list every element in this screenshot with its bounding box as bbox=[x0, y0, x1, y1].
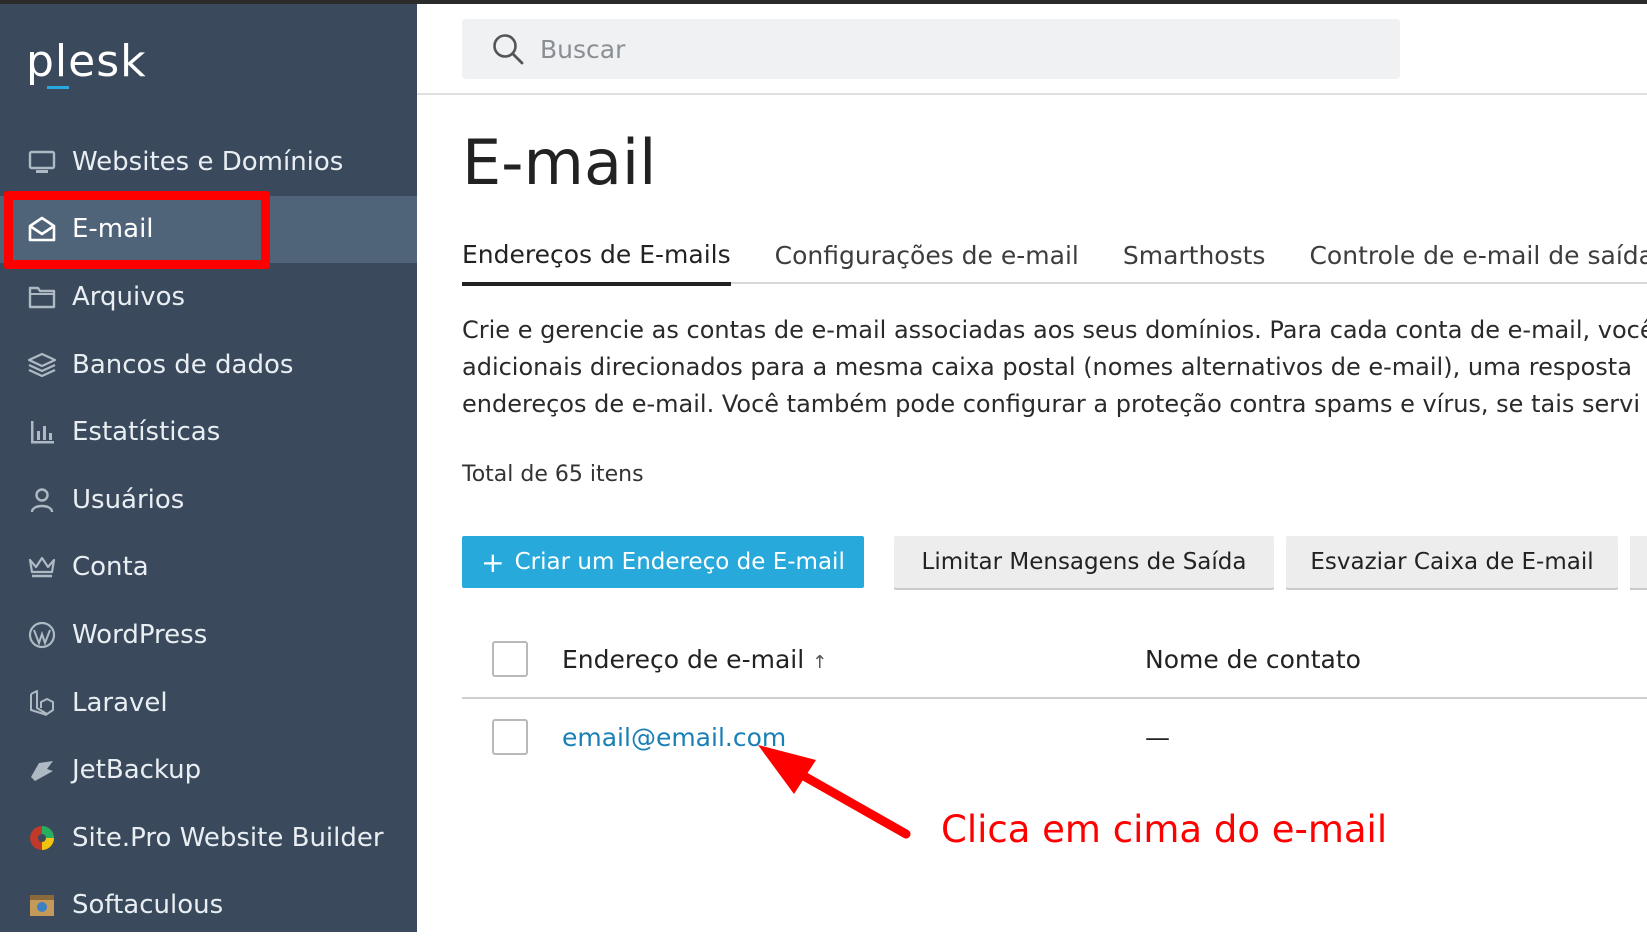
search-header bbox=[417, 4, 1647, 95]
sidebar-item-label: Laravel bbox=[72, 687, 168, 718]
sidebar-item-label: Usuários bbox=[72, 484, 185, 515]
description-line: endereços de e-mail. Você também pode co… bbox=[462, 390, 1641, 418]
sidebar-item-label: Conta bbox=[72, 552, 149, 583]
row-checkbox[interactable] bbox=[492, 719, 528, 755]
database-layers-icon bbox=[26, 349, 58, 381]
column-header-contact[interactable]: Nome de contato bbox=[1145, 645, 1361, 674]
sidebar-item-files[interactable]: Arquivos bbox=[0, 263, 417, 331]
sidebar-item-label: Softaculous bbox=[72, 890, 224, 921]
table-row: email@email.com — bbox=[462, 699, 1647, 775]
total-items-count: Total de 65 itens bbox=[462, 462, 644, 487]
sort-asc-icon: ↑ bbox=[812, 651, 828, 673]
page-description: Crie e gerencie as contas de e-mail asso… bbox=[462, 312, 1647, 423]
crown-icon bbox=[26, 551, 58, 583]
create-email-label: Criar um Endereço de E-mail bbox=[514, 549, 845, 575]
sidebar-item-label: Bancos de dados bbox=[72, 349, 294, 380]
empty-mailbox-button[interactable]: Esvaziar Caixa de E-mail bbox=[1286, 536, 1618, 588]
folder-icon bbox=[26, 281, 58, 313]
sidebar-item-label: Arquivos bbox=[72, 281, 186, 312]
toolbar: + Criar um Endereço de E-mail Limitar Me… bbox=[462, 536, 1647, 588]
tab-email-settings[interactable]: Configurações de e-mail bbox=[775, 227, 1079, 284]
email-table: Endereço de e-mail ↑ Nome de contato emai… bbox=[462, 621, 1647, 775]
tab-outgoing-mail-control[interactable]: Controle de e-mail de saída bbox=[1309, 227, 1647, 284]
email-highlight-box bbox=[4, 191, 270, 269]
page-title: E-mail bbox=[462, 126, 657, 199]
softaculous-icon bbox=[26, 889, 58, 921]
sidebar-item-label: Site.Pro Website Builder bbox=[72, 822, 384, 853]
sidebar: plesk Websites e Domínios E-mail Arquivo… bbox=[0, 4, 417, 932]
sidebar-item-account[interactable]: Conta bbox=[0, 534, 417, 602]
logo-accent bbox=[47, 86, 69, 89]
sidebar-item-laravel[interactable]: Laravel bbox=[0, 669, 417, 737]
tab-bar: Endereços de E-mails Configurações de e-… bbox=[462, 227, 1647, 286]
annotation-arrow bbox=[758, 745, 911, 839]
laravel-icon bbox=[26, 687, 58, 719]
tab-email-addresses[interactable]: Endereços de E-mails bbox=[462, 227, 731, 286]
sidebar-item-users[interactable]: Usuários bbox=[0, 466, 417, 534]
sidebar-item-label: JetBackup bbox=[72, 755, 202, 786]
sidebar-item-label: Websites e Domínios bbox=[72, 146, 344, 177]
more-button[interactable] bbox=[1630, 536, 1647, 588]
plesk-logo[interactable]: plesk bbox=[26, 36, 147, 88]
tab-smarthosts[interactable]: Smarthosts bbox=[1123, 227, 1266, 284]
annotation-text: Clica em cima do e-mail bbox=[941, 808, 1388, 851]
monitor-icon bbox=[26, 146, 58, 178]
jetbackup-icon bbox=[26, 754, 58, 786]
sidebar-item-label: Estatísticas bbox=[72, 417, 221, 448]
sidebar-item-wordpress[interactable]: WordPress bbox=[0, 601, 417, 669]
main-content: E-mail Endereços de E-mails Configuraçõe… bbox=[417, 4, 1647, 932]
wordpress-icon bbox=[26, 619, 58, 651]
bar-chart-icon bbox=[26, 416, 58, 448]
search-input[interactable] bbox=[540, 34, 1340, 64]
description-line: adicionais direcionados para a mesma cai… bbox=[462, 353, 1632, 381]
contact-name: — bbox=[1145, 722, 1170, 752]
sitepro-icon bbox=[26, 822, 58, 854]
user-icon bbox=[26, 484, 58, 516]
table-header: Endereço de e-mail ↑ Nome de contato bbox=[462, 621, 1647, 699]
limit-outgoing-button[interactable]: Limitar Mensagens de Saída bbox=[894, 536, 1274, 588]
sidebar-item-label: WordPress bbox=[72, 619, 208, 650]
sidebar-item-jetbackup[interactable]: JetBackup bbox=[0, 736, 417, 804]
column-header-email-label: Endereço de e-mail bbox=[562, 644, 805, 674]
sidebar-item-databases[interactable]: Bancos de dados bbox=[0, 331, 417, 399]
plus-icon: + bbox=[481, 545, 505, 579]
column-header-email[interactable]: Endereço de e-mail ↑ bbox=[562, 645, 827, 674]
create-email-button[interactable]: + Criar um Endereço de E-mail bbox=[462, 536, 864, 588]
description-line: Crie e gerencie as contas de e-mail asso… bbox=[462, 316, 1647, 344]
select-all-checkbox[interactable] bbox=[492, 641, 528, 677]
sidebar-item-statistics[interactable]: Estatísticas bbox=[0, 398, 417, 466]
search-icon bbox=[493, 34, 524, 65]
sidebar-item-sitepro[interactable]: Site.Pro Website Builder bbox=[0, 804, 417, 872]
search-box[interactable] bbox=[462, 19, 1400, 79]
sidebar-item-websites[interactable]: Websites e Domínios bbox=[0, 128, 417, 196]
sidebar-item-softaculous[interactable]: Softaculous bbox=[0, 872, 417, 939]
